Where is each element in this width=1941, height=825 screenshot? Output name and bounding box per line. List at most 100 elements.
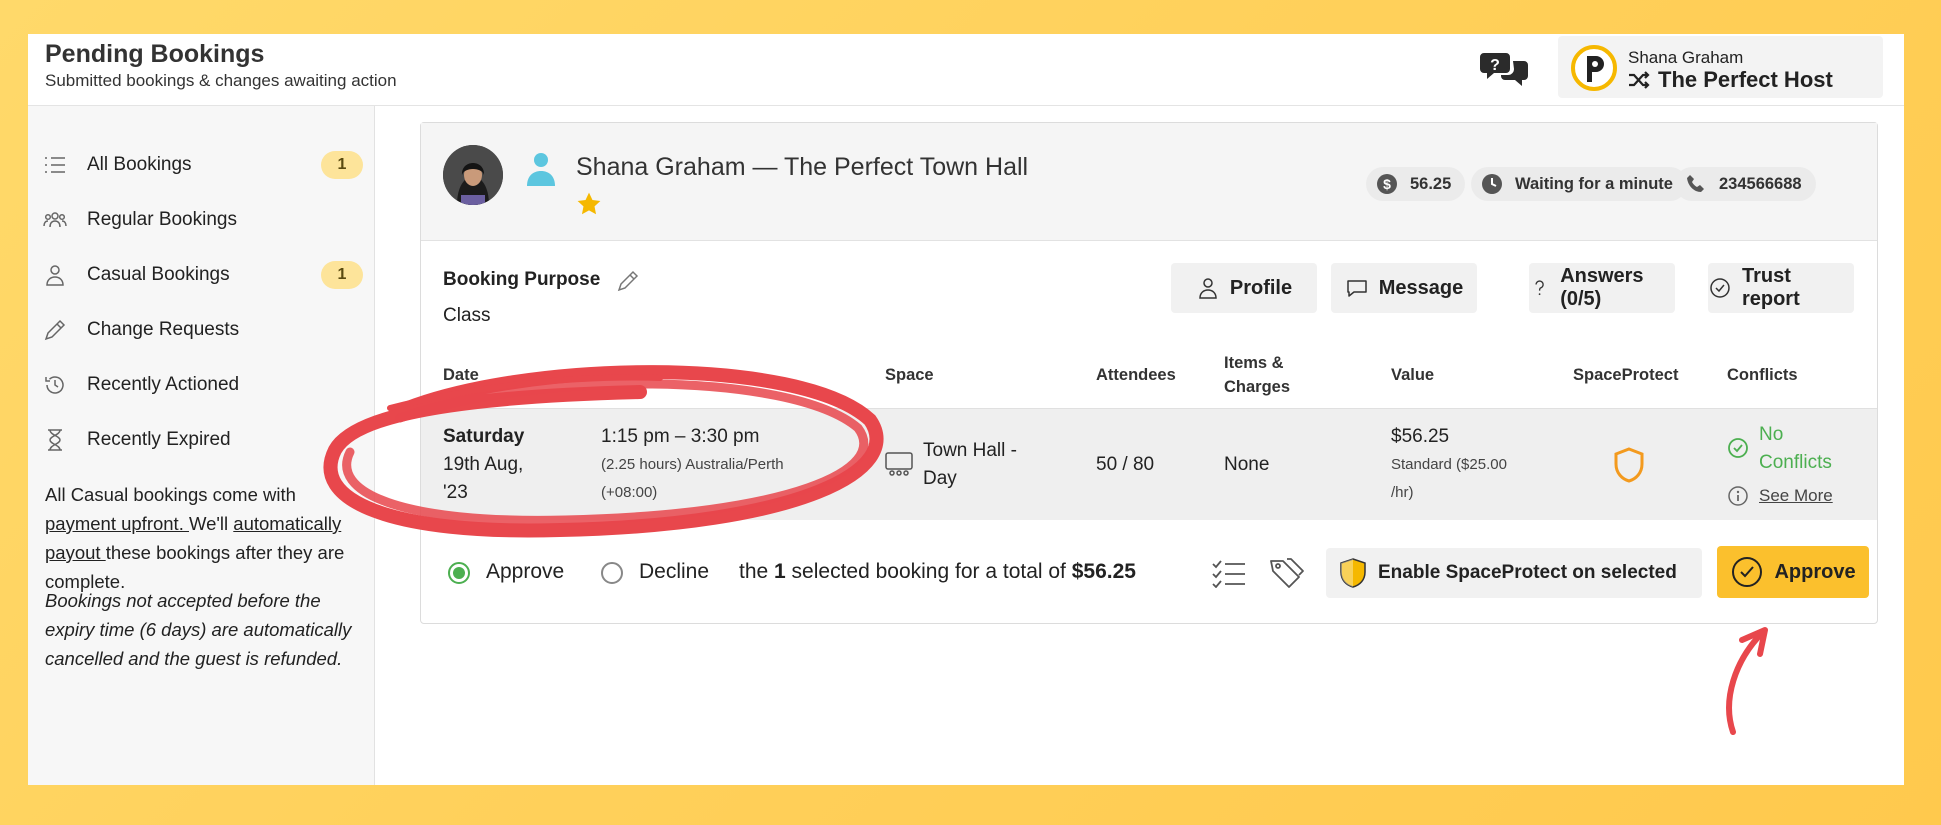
decline-radio[interactable]	[601, 562, 623, 584]
sidebar-item-label: Recently Expired	[87, 429, 231, 450]
checklist-icon[interactable]	[1211, 558, 1247, 588]
expiry-note: Bookings not accepted before the expiry …	[45, 590, 352, 669]
avatar-photo-icon	[443, 145, 503, 205]
note-text: We'll	[188, 513, 234, 534]
sidebar-item-regular-bookings[interactable]: Regular Bookings	[43, 200, 363, 240]
space-cell: Town Hall - Day	[923, 437, 1017, 493]
person-icon	[1199, 278, 1217, 299]
host-title: The Perfect Host	[1658, 67, 1833, 92]
host-name: Shana Graham	[1628, 48, 1744, 67]
column-header-conflicts: Conflicts	[1727, 366, 1798, 384]
check-circle-icon	[1732, 557, 1763, 587]
tag-icon[interactable]	[1269, 557, 1305, 589]
sidebar-item-all-bookings[interactable]: All Bookings 1	[43, 145, 363, 185]
approve-button[interactable]: Approve	[1717, 546, 1869, 598]
venue-room-icon	[885, 452, 913, 476]
phone-icon	[1687, 175, 1704, 192]
message-button-label: Message	[1378, 276, 1464, 299]
edit-pencil-icon[interactable]	[616, 269, 640, 293]
value-amount: $56.25	[1391, 426, 1450, 447]
trust-report-button-label: Trust report	[1741, 265, 1800, 310]
casual-bookings-note: All Casual bookings come with payment up…	[45, 480, 365, 596]
spaceprotect-shield-icon[interactable]	[1612, 447, 1646, 483]
shield-icon	[1340, 558, 1366, 588]
answers-button-label: Answers (0/5)	[1560, 265, 1644, 310]
approve-radio-label[interactable]: Approve	[486, 560, 564, 584]
attendees-cell: 50 / 80	[1096, 454, 1155, 475]
table-row[interactable]: Saturday 19th Aug, '23 1:15 pm – 3:30 pm…	[421, 408, 1877, 520]
waiting-text: Waiting for a minute	[1515, 174, 1673, 193]
sidebar-item-label: Recently Actioned	[87, 374, 240, 395]
approve-radio[interactable]	[448, 562, 470, 584]
column-header-space: Space	[885, 366, 934, 384]
date-cell: Saturday 19th Aug, '23	[443, 423, 524, 507]
enable-spaceprotect-button[interactable]: Enable SpaceProtect on selected	[1326, 548, 1702, 598]
booking-title: Shana Graham — The Perfect Town Hall	[576, 153, 1029, 181]
host-account-box[interactable]: Shana Graham The Perfect Host	[1558, 36, 1883, 98]
time-cell: 1:15 pm – 3:30 pm (2.25 hours) Australia…	[601, 423, 784, 507]
chat-help-icon[interactable]: ?	[1480, 49, 1530, 91]
payment-upfront-link[interactable]: payment upfront.	[45, 513, 189, 534]
booking-card: Shana Graham — The Perfect Town Hall $ 5…	[420, 122, 1878, 624]
column-header-spaceprotect: SpaceProtect	[1573, 366, 1679, 384]
column-header-items: Items & Charges	[1224, 351, 1290, 399]
speech-bubble-icon	[1347, 280, 1367, 297]
summary-text: the	[739, 560, 775, 583]
svg-text:$: $	[1383, 176, 1391, 192]
count-badge: 1	[321, 261, 363, 289]
enable-spaceprotect-label: Enable SpaceProtect on selected	[1378, 562, 1677, 583]
avatar[interactable]	[443, 145, 503, 205]
switch-account-icon[interactable]	[1628, 70, 1650, 90]
time-detail-line2: (+08:00)	[601, 484, 658, 501]
summary-text: selected booking for a total of	[785, 560, 1072, 583]
column-header-items-line2: Charges	[1224, 378, 1291, 396]
column-header-date: Date	[443, 366, 479, 384]
sidebar-item-recently-actioned[interactable]: Recently Actioned	[43, 365, 363, 405]
note-text: All Casual bookings come with	[45, 484, 296, 505]
waiting-pill: Waiting for a minute	[1471, 167, 1687, 201]
app-window: Pending Bookings Submitted bookings & ch…	[28, 34, 1904, 785]
history-icon	[45, 376, 64, 394]
sidebar-item-label: Change Requests	[87, 319, 240, 340]
value-detail-line1: Standard ($25.00	[1391, 456, 1507, 473]
clock-icon	[1482, 174, 1502, 194]
sidebar-item-casual-bookings[interactable]: Casual Bookings 1	[43, 255, 363, 295]
conflicts-cell: No Conflicts	[1759, 421, 1832, 477]
sidebar-item-label: All Bookings	[87, 154, 192, 175]
question-icon	[1535, 280, 1544, 296]
phone-pill[interactable]: 234566688	[1675, 167, 1816, 201]
column-header-attendees: Attendees	[1096, 366, 1176, 384]
page-subtitle: Submitted bookings & changes awaiting ac…	[45, 71, 397, 90]
check-circle-icon	[1728, 438, 1748, 458]
time-range: 1:15 pm – 3:30 pm	[601, 426, 760, 447]
star-icon	[577, 192, 601, 215]
decline-radio-label[interactable]: Decline	[639, 560, 709, 584]
answers-button[interactable]: Answers (0/5)	[1529, 263, 1675, 313]
profile-button[interactable]: Profile	[1171, 263, 1317, 313]
message-button[interactable]: Message	[1331, 263, 1477, 313]
value-cell: $56.25 Standard ($25.00 /hr)	[1391, 423, 1507, 507]
guest-person-icon	[527, 153, 555, 186]
person-icon	[46, 265, 64, 286]
summary-count: 1	[774, 560, 786, 583]
booking-purpose-value: Class	[443, 305, 491, 326]
booking-purpose-label: Booking Purpose	[443, 269, 601, 290]
selection-summary: the 1 selected booking for a total of $5…	[739, 560, 1136, 584]
sidebar-item-label: Casual Bookings	[87, 264, 230, 285]
phone-number: 234566688	[1719, 174, 1802, 193]
trust-report-button[interactable]: Trust report	[1708, 263, 1854, 313]
see-more-link[interactable]: See More	[1759, 482, 1833, 510]
perfect-host-logo-icon	[1571, 45, 1617, 91]
sidebar-item-recently-expired[interactable]: Recently Expired	[43, 420, 363, 460]
page-title: Pending Bookings	[45, 40, 265, 68]
value-detail-line2: /hr)	[1391, 484, 1414, 501]
sidebar-item-label: Regular Bookings	[87, 209, 237, 230]
header: Pending Bookings Submitted bookings & ch…	[28, 34, 1904, 106]
time-detail-line1: (2.25 hours) Australia/Perth	[601, 456, 784, 473]
conflicts-line1: No	[1759, 424, 1784, 445]
items-cell: None	[1224, 454, 1270, 475]
space-line2: Day	[923, 468, 957, 489]
date-day: Saturday	[443, 426, 525, 447]
sidebar-item-change-requests[interactable]: Change Requests	[43, 310, 363, 350]
dollar-icon: $	[1377, 174, 1397, 194]
